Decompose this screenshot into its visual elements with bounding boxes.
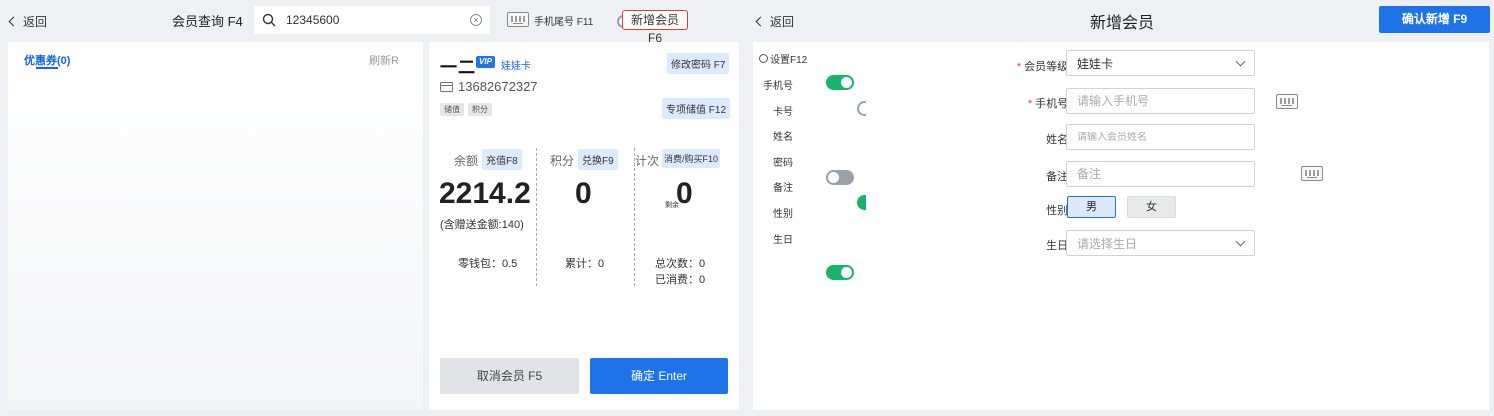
tab-coupons[interactable]: 优惠券(0) (24, 52, 70, 68)
setting-label-card: 卡号 (773, 107, 793, 118)
phone-tail-label: 手机尾号 F11 (534, 17, 594, 28)
setting-label-phone: 手机号 (763, 81, 793, 92)
member-tags: 储值 积分 (440, 103, 492, 116)
name-field[interactable] (1066, 124, 1255, 150)
chevron-down-icon (1235, 56, 1246, 66)
chevron-left-icon (755, 16, 766, 27)
setting-label-password: 密码 (773, 158, 793, 169)
setting-label-name: 姓名 (773, 132, 793, 143)
consume-buy-button[interactable]: 消费/购买F10 (662, 149, 721, 168)
settings-button[interactable]: 设置F12 (759, 51, 807, 66)
gear-icon (759, 54, 768, 63)
redeem-button[interactable]: 兑换F9 (578, 149, 618, 170)
level-select[interactable]: 娃娃卡 (1066, 50, 1255, 76)
settings-label: 设置F12 (770, 55, 808, 66)
birthday-select[interactable]: 请选择生日 (1066, 230, 1255, 256)
clear-icon[interactable]: × (470, 14, 482, 26)
back-label: 返回 (770, 15, 795, 29)
points-cumulative: 累计：0 (565, 258, 605, 270)
setting-label-note: 备注 (773, 183, 793, 194)
recharge-button[interactable]: 充值F8 (482, 149, 522, 170)
member-phone: 13682672327 (440, 79, 538, 94)
tab-active-indicator (36, 67, 58, 69)
note-field[interactable] (1066, 161, 1255, 187)
member-search-box[interactable]: × (254, 6, 490, 34)
member-name: 一二 (440, 58, 476, 77)
setting-label-birthday: 生日 (773, 235, 793, 246)
back-label: 返回 (23, 15, 48, 29)
wallet-label: 零钱包：0.5 (458, 258, 518, 270)
gender-male-button[interactable]: 男 (1067, 196, 1116, 218)
member-card-type: 娃娃卡 (501, 61, 531, 72)
field-settings-panel: 设置F12 手机号 卡号 姓名 密码 备注 性别 生日 (753, 42, 917, 410)
phone-input[interactable] (1077, 94, 1244, 108)
balance-value: 2214.2 (439, 177, 531, 210)
level-value: 娃娃卡 (1077, 56, 1114, 71)
refresh-button[interactable]: 刷新R (369, 52, 399, 68)
note-input[interactable] (1077, 167, 1244, 181)
new-member-form: *会员等级 F1 娃娃卡 *手机号 F2 姓名 F3 备注 F8 性别 F4 男… (866, 42, 1489, 410)
points-label: 积分 (550, 154, 575, 168)
back-button-right[interactable]: 返回 (755, 13, 795, 30)
confirm-button[interactable]: 确定 Enter (590, 358, 728, 394)
name-input[interactable] (1077, 131, 1244, 143)
gift-amount-note: (含赠送金额:140) (440, 219, 524, 231)
keyboard-icon[interactable] (1301, 166, 1324, 181)
tag-stored-value: 储值 (440, 103, 464, 116)
card-icon (440, 81, 453, 92)
tag-points: 积分 (468, 103, 492, 116)
member-card: 一二 VIP 娃娃卡 修改密码 F7 13682672327 储值 积分 专项储… (429, 42, 739, 410)
toggle-password[interactable] (826, 170, 854, 185)
balance-label: 余额 (454, 154, 479, 168)
gender-female-button[interactable]: 女 (1127, 196, 1176, 218)
search-icon (262, 13, 276, 27)
special-store-button[interactable]: 专项储值 F12 (662, 98, 731, 119)
toggle-phone[interactable] (826, 75, 854, 90)
birthday-placeholder: 请选择生日 (1077, 236, 1138, 251)
coupon-panel: 优惠券(0) 刷新R (8, 42, 423, 410)
member-phone-number: 13682672327 (458, 79, 538, 94)
points-value: 0 (575, 177, 592, 210)
consumed-count: 已消费：0 (655, 274, 706, 286)
vip-badge: VIP (476, 56, 495, 68)
member-query-title: 会员查询 F4 (172, 14, 243, 29)
phone-field[interactable] (1066, 88, 1255, 114)
new-member-button[interactable]: 新增会员 F6 (622, 10, 688, 45)
keyboard-icon[interactable] (1276, 94, 1298, 109)
chevron-left-icon (8, 16, 19, 27)
setting-label-gender: 性别 (773, 209, 793, 220)
change-password-button[interactable]: 修改密码 F7 (667, 53, 730, 74)
column-divider (536, 148, 537, 286)
toggle-birthday[interactable] (826, 265, 854, 280)
cancel-member-button[interactable]: 取消会员 F5 (440, 358, 579, 394)
chevron-down-icon (1235, 236, 1246, 246)
count-label: 计次 (635, 154, 660, 168)
member-query-header: 返回 会员查询 F4 × 手机尾号 F11 新增会员 F6 (0, 0, 745, 45)
count-value: 0 (676, 177, 693, 210)
total-count: 总次数：0 (655, 258, 706, 270)
keyboard-icon[interactable] (507, 12, 529, 27)
page-title: 新增会员 (1090, 15, 1155, 32)
confirm-add-button[interactable]: 确认新增 F9 (1379, 6, 1490, 33)
back-button[interactable]: 返回 (8, 13, 48, 30)
member-search-input[interactable] (286, 13, 470, 27)
